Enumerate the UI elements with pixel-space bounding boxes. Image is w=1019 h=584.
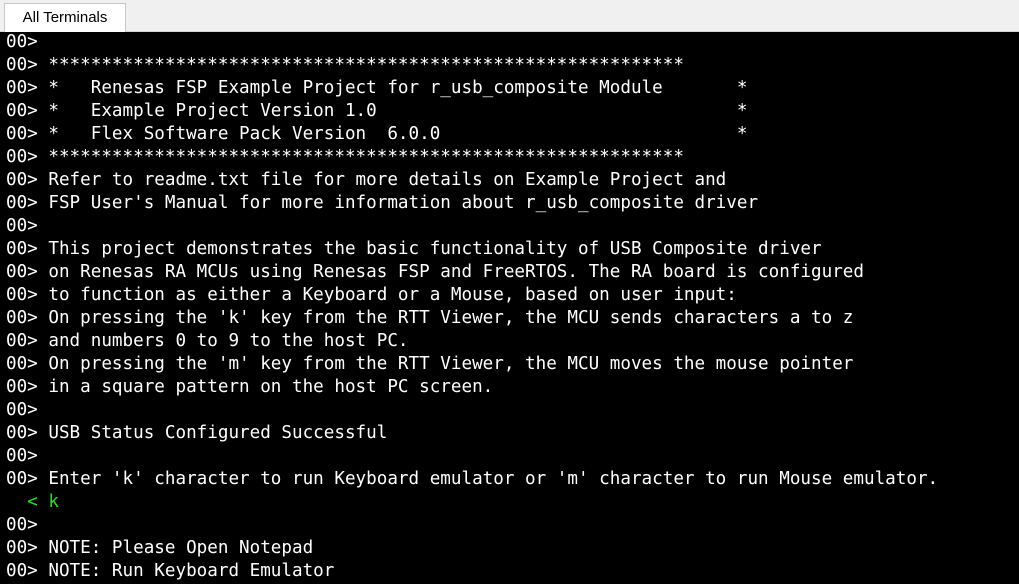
terminal-line: 00> ************************************… (6, 147, 684, 167)
terminal-line: 00> to function as either a Keyboard or … (6, 285, 737, 305)
terminal-line: 00> ************************************… (6, 55, 684, 75)
terminal-line: 00> and numbers 0 to 9 to the host PC. (6, 331, 409, 351)
terminal-line: 00> (6, 32, 38, 52)
terminal-line: 00> * Flex Software Pack Version 6.0.0 * (6, 124, 748, 144)
terminal-line: 00> Enter 'k' character to run Keyboard … (6, 469, 939, 489)
terminal-line: 00> in a square pattern on the host PC s… (6, 377, 494, 397)
terminal-line: 00> * Example Project Version 1.0 * (6, 101, 748, 121)
terminal-line: 00> (6, 446, 38, 466)
terminal-output[interactable]: 00> 00> *********************************… (0, 32, 1019, 584)
terminal-line: 00> (6, 515, 38, 535)
terminal-line: 00> on Renesas RA MCUs using Renesas FSP… (6, 262, 864, 282)
terminal-line: 00> This project demonstrates the basic … (6, 239, 822, 259)
terminal-line: 00> * Renesas FSP Example Project for r_… (6, 78, 748, 98)
tab-all-terminals[interactable]: All Terminals (4, 3, 126, 32)
terminal-line: 00> On pressing the 'k' key from the RTT… (6, 308, 854, 328)
terminal-line: 00> NOTE: Please Open Notepad (6, 538, 314, 558)
terminal-line: 00> NOTE: Run Keyboard Emulator (6, 561, 335, 581)
terminal-line: 00> (6, 216, 38, 236)
terminal-line: 00> USB Status Configured Successful (6, 423, 388, 443)
terminal-line: 00> On pressing the 'm' key from the RTT… (6, 354, 854, 374)
tab-bar: All Terminals (0, 0, 1019, 32)
terminal-line: 00> FSP User's Manual for more informati… (6, 193, 759, 213)
terminal-input-line: < k (6, 492, 59, 512)
terminal-line: 00> (6, 400, 38, 420)
terminal-line: 00> Refer to readme.txt file for more de… (6, 170, 727, 190)
